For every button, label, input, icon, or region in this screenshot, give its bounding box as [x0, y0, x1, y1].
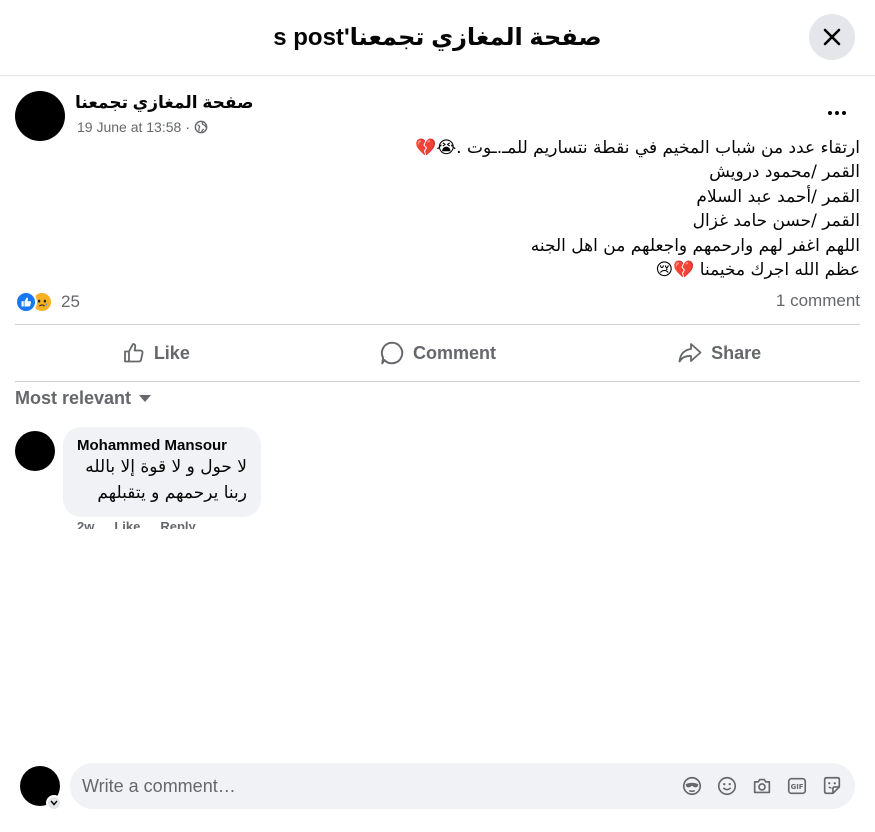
camera-button[interactable]	[750, 775, 773, 798]
post-line: عظم الله اجرك مخيمنا 💔😢	[655, 260, 860, 281]
comment-like-link[interactable]: Like	[114, 519, 140, 529]
like-reaction-icon	[15, 291, 37, 313]
sticker-button[interactable]	[820, 775, 843, 798]
thumbs-up-icon	[123, 343, 144, 363]
meta-separator: ·	[185, 119, 190, 135]
like-label: Like	[153, 342, 190, 363]
reaction-count: 25	[61, 292, 80, 311]
sticker-icon	[823, 776, 840, 795]
svg-text:GIF: GIF	[790, 783, 803, 791]
post-timestamp[interactable]: 19 June at 13:58	[77, 119, 181, 135]
avatar-sticker-icon	[682, 776, 701, 796]
comment-count-link[interactable]: 1 comment	[776, 291, 860, 311]
composer-tools: GIF	[680, 775, 843, 798]
comment-label: Comment	[413, 342, 497, 363]
page-avatar[interactable]	[15, 91, 65, 141]
action-bar: Like Comment Share	[15, 324, 860, 382]
post-line: القمر /أحمد عبد السلام	[696, 186, 860, 207]
post-line: القمر /حسن حامد غزال	[692, 211, 860, 232]
emoji-icon	[717, 776, 736, 796]
close-icon	[823, 28, 841, 46]
post-line: القمر /محمود درويش	[709, 162, 860, 183]
sort-label: Most relevant	[15, 388, 132, 408]
comment-line: ربنا يرحمهم و يتقبلهم	[97, 483, 247, 503]
share-arrow-icon	[678, 343, 702, 363]
reactions-summary[interactable]: 25	[15, 289, 80, 315]
dialog-header: صفحة المغازي تجمعنا's post	[0, 0, 875, 76]
post-meta: 19 June at 13:58 ·	[77, 119, 208, 135]
post-text: ارتقاء عدد من شباب المخيم في نقطة نتساري…	[60, 136, 860, 282]
close-button[interactable]	[809, 14, 855, 60]
post-author[interactable]: صفحة المغازي تجمعنا	[75, 93, 254, 113]
avatar-sticker-button[interactable]	[680, 775, 703, 798]
comment-bubble-icon	[380, 341, 404, 365]
camera-icon	[753, 778, 770, 794]
gif-button[interactable]: GIF	[785, 775, 808, 798]
profile-switch-button[interactable]	[46, 795, 62, 811]
more-options-icon	[828, 111, 832, 115]
commenter-name[interactable]: Mohammed Mansour	[77, 437, 247, 454]
post-line: اللهم اغفر لهم وارحمهم واجعلهم من اهل ال…	[530, 235, 860, 256]
gif-icon: GIF	[787, 777, 806, 795]
chevron-down-icon	[50, 800, 58, 806]
comment-sort-dropdown[interactable]: Most relevant	[15, 388, 152, 409]
comment-input-wrap: GIF	[70, 763, 855, 809]
comment-meta: 2w Like Reply	[77, 519, 196, 529]
more-dot	[842, 111, 846, 115]
share-button[interactable]: Share	[578, 325, 860, 381]
comment-time[interactable]: 2w	[77, 519, 94, 529]
more-options-button[interactable]	[822, 103, 852, 123]
comment-composer: GIF	[20, 763, 860, 811]
comment-bubble: Mohammed Mansour لا حول و لا قوة إلا بال…	[63, 427, 261, 517]
emoji-button[interactable]	[715, 775, 738, 798]
post-line: ارتقاء عدد من شباب المخيم في نقطة نتساري…	[415, 138, 860, 158]
share-label: Share	[711, 342, 762, 363]
more-dot	[835, 111, 839, 115]
comment-input[interactable]	[82, 775, 680, 797]
comment-line: لا حول و لا قوة إلا بالله	[85, 457, 247, 477]
commenter-avatar[interactable]	[15, 431, 55, 471]
comment-button[interactable]: Comment	[297, 325, 579, 381]
caret-down-icon	[139, 395, 152, 402]
comment-reply-link[interactable]: Reply	[160, 519, 195, 529]
dialog-title: صفحة المغازي تجمعنا's post	[273, 24, 602, 51]
globe-icon	[194, 120, 208, 134]
like-button[interactable]: Like	[15, 325, 297, 381]
